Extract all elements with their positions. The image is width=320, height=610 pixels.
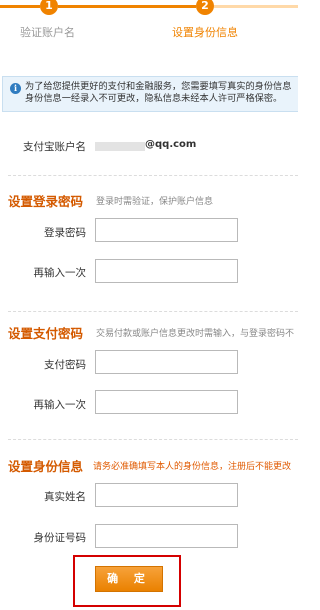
payment-password-confirm-label: 再输入一次 — [33, 399, 87, 411]
account-value: @qq.com — [145, 139, 197, 150]
identity-hint: 请务必准确填写本人的身份信息，注册后不能更改 — [93, 462, 292, 472]
info-icon: i — [10, 83, 21, 94]
real-name-label: 真实姓名 — [44, 491, 86, 503]
info-notice: i 为了给您提供更好的支付和金融服务，您需要填写真实的身份信息 身份信息一经录入… — [2, 76, 298, 112]
progress-stepper: 1 2 验证账户名 设置身份信息 — [0, 0, 298, 50]
login-password-label: 登录密码 — [44, 227, 86, 239]
masked-account-name — [95, 142, 145, 151]
section-divider — [8, 439, 298, 440]
step-connector-3 — [214, 5, 298, 8]
step-1-circle: 1 — [40, 0, 58, 15]
payment-password-confirm-input[interactable] — [95, 390, 238, 414]
confirm-button[interactable]: 确 定 — [95, 566, 163, 592]
id-number-label: 身份证号码 — [33, 532, 87, 544]
step-1-label: 验证账户名 — [20, 26, 75, 39]
id-number-input[interactable] — [95, 524, 238, 548]
login-password-confirm-label: 再输入一次 — [33, 267, 87, 279]
notice-text: 为了给您提供更好的支付和金融服务，您需要填写真实的身份信息 身份信息一经录入不可… — [25, 81, 298, 105]
payment-password-input[interactable] — [95, 350, 238, 374]
section-divider — [8, 311, 298, 312]
account-label: 支付宝账户名 — [23, 141, 86, 153]
section-divider — [8, 175, 298, 176]
notice-line-2: 身份信息一经录入不可更改，隐私信息未经本人许可严格保密。 — [25, 93, 283, 104]
payment-password-title: 设置支付密码 — [8, 326, 84, 341]
identity-title: 设置身份信息 — [8, 459, 84, 474]
real-name-input[interactable] — [95, 483, 238, 507]
step-2-circle: 2 — [196, 0, 214, 15]
login-password-title: 设置登录密码 — [8, 194, 84, 209]
payment-password-label: 支付密码 — [44, 359, 86, 371]
login-password-confirm-input[interactable] — [95, 259, 238, 283]
login-password-hint: 登录时需验证，保护账户信息 — [96, 197, 214, 207]
step-connector-1 — [0, 5, 40, 8]
step-connector-2 — [58, 5, 196, 8]
payment-password-hint: 交易付款或账户信息更改时需输入，与登录密码不 — [96, 329, 295, 339]
step-2-label: 设置身份信息 — [172, 26, 238, 39]
login-password-input[interactable] — [95, 218, 238, 242]
notice-line-1: 为了给您提供更好的支付和金融服务，您需要填写真实的身份信息 — [25, 81, 292, 92]
